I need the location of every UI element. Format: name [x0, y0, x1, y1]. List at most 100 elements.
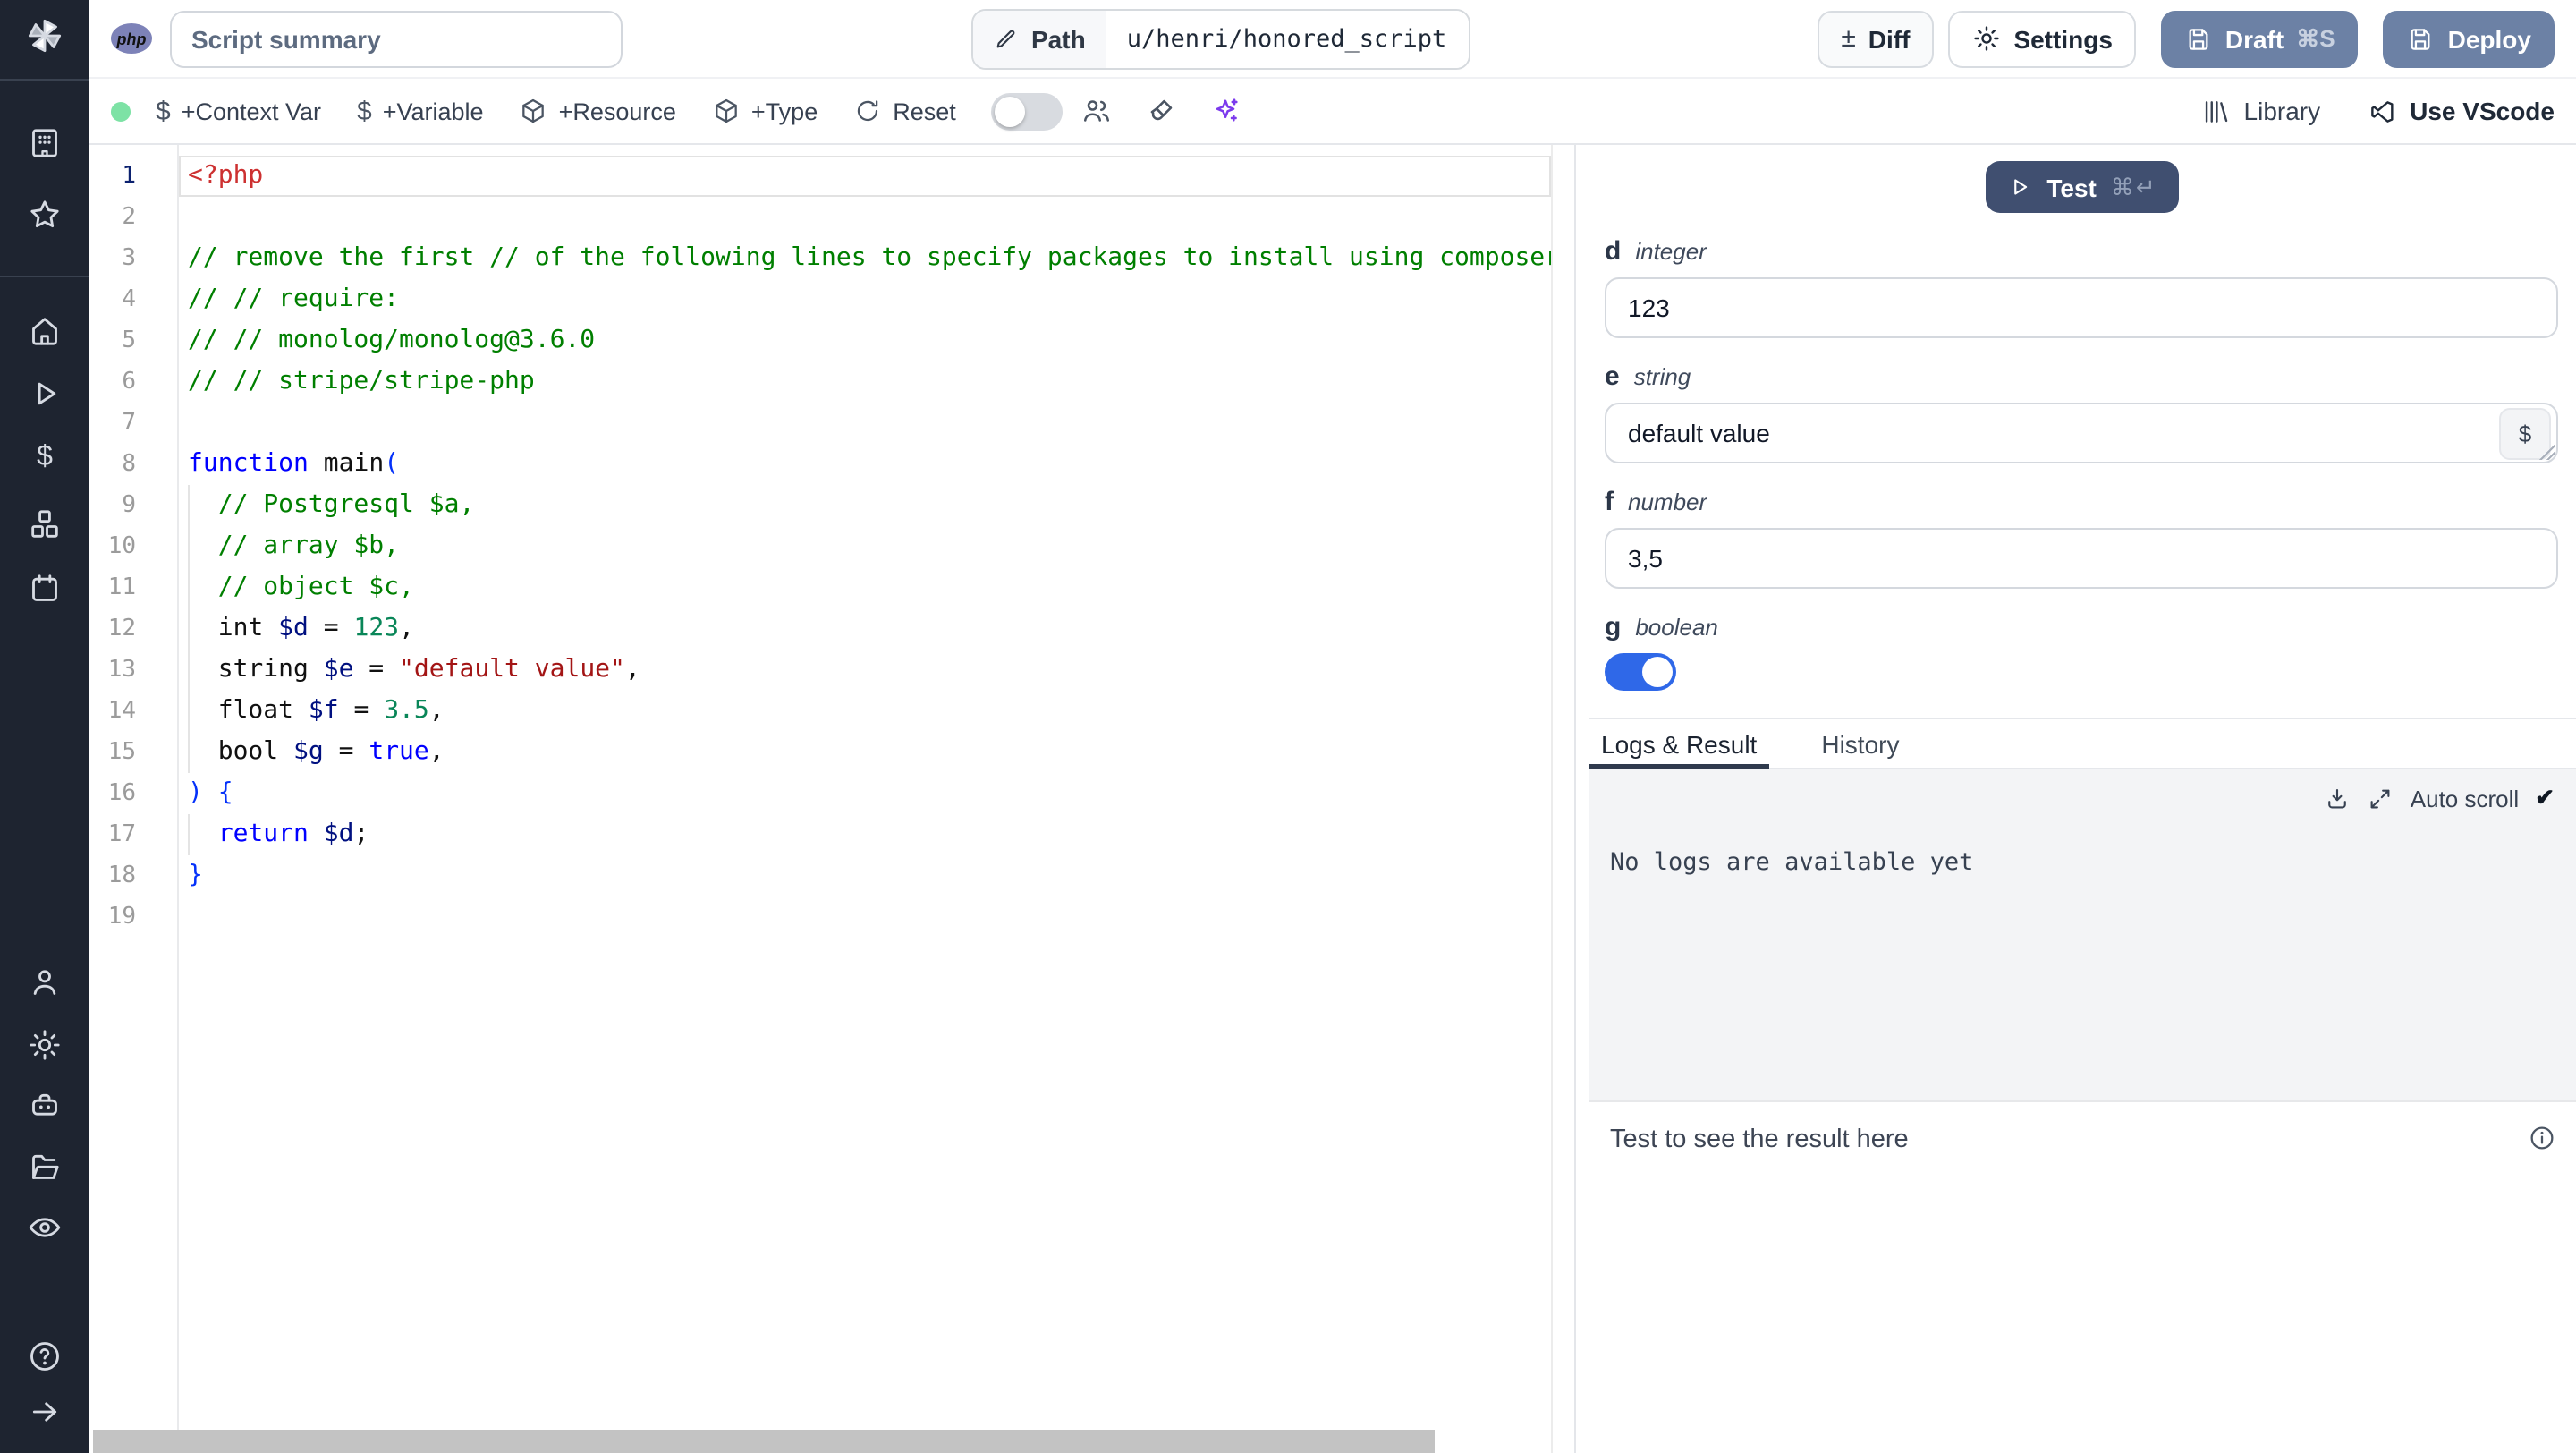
code-line: function main( [188, 449, 400, 478]
settings-gear-icon[interactable] [0, 1027, 89, 1063]
field-input-f[interactable] [1605, 528, 2558, 589]
field-label-d: d integer [1605, 236, 2558, 267]
info-icon[interactable] [2528, 1124, 2556, 1152]
use-vscode-button[interactable]: Use VScode [2367, 96, 2555, 126]
schedules-calendar-icon[interactable] [0, 571, 89, 607]
draft-button[interactable]: Draft ⌘S [2160, 10, 2359, 67]
code-line: } [188, 861, 203, 889]
field-type: boolean [1635, 614, 1718, 641]
add-context-var-button[interactable]: $ +Context Var [156, 96, 321, 126]
workers-toolbox-icon[interactable] [0, 1088, 89, 1124]
code-line: int $d = 123, [179, 608, 1551, 650]
package-icon [712, 97, 741, 125]
play-icon [2005, 174, 2032, 200]
test-shortcut: ⌘↵ [2110, 173, 2157, 200]
add-resource-button[interactable]: +Resource [520, 97, 676, 125]
runs-play-icon[interactable] [0, 376, 89, 412]
add-type-button[interactable]: +Type [712, 97, 818, 125]
boolean-toggle-g[interactable] [1605, 653, 1676, 691]
code-line: // object $c, [179, 567, 1551, 608]
top-bar: php Path u/henri/honored_script ± Diff [89, 0, 2576, 79]
line-number: 7 [122, 410, 136, 437]
assistant-toggle[interactable] [991, 92, 1063, 130]
tab-history[interactable]: History [1809, 719, 1911, 768]
code-editor[interactable]: 1 2 3 4 5 6 7 8 9 10 11 12 13 14 15 16 17 18 19 <?php// re… [89, 145, 1553, 1453]
sidebar: $ [0, 0, 89, 1453]
line-number: 8 [122, 451, 136, 478]
windmill-script-editor: $ php Script summary Path u/henri/honore… [0, 0, 2576, 1453]
result-placeholder: Test to see the result here [1610, 1126, 1909, 1154]
variables-dollar-icon[interactable]: $ [0, 442, 89, 474]
ai-sparkles-icon[interactable] [1210, 95, 1242, 127]
users-icon[interactable] [1081, 95, 1114, 127]
tab-logs-result[interactable]: Logs & Result [1589, 719, 1770, 769]
code-line: // array $b, [179, 526, 1551, 567]
library-icon [2201, 96, 2232, 126]
sidebar-divider [0, 276, 89, 277]
field-input-d[interactable] [1605, 277, 2558, 338]
line-number: 10 [107, 533, 136, 560]
toolbar-right: Library Use VScode [2201, 96, 2555, 126]
panel-inputs: Test ⌘↵ d integer e string [1576, 145, 2576, 691]
refresh-icon [853, 97, 882, 125]
field-label-f: f number [1605, 487, 2558, 517]
diff-label: Diff [1868, 24, 1911, 53]
path-button[interactable]: Path u/henri/honored_script [970, 8, 1470, 69]
auto-scroll-checkbox[interactable]: ✔ [2535, 784, 2555, 812]
path-label-section: Path [972, 10, 1106, 67]
field-name: f [1605, 487, 1614, 517]
php-language-badge-icon: php [111, 23, 152, 54]
windmill-logo-icon[interactable] [0, 18, 89, 54]
field-type: integer [1635, 238, 1707, 265]
field-type: string [1633, 363, 1691, 390]
field-name: e [1605, 361, 1620, 392]
field-name: g [1605, 612, 1622, 642]
line-number: 17 [107, 821, 136, 848]
code-line: ) { [188, 778, 233, 807]
horizontal-scrollbar-thumb[interactable] [93, 1430, 1435, 1453]
draft-label: Draft [2224, 24, 2284, 53]
auto-scroll-label: Auto scroll [2410, 785, 2520, 811]
download-icon[interactable] [2325, 785, 2351, 811]
expand-icon[interactable] [2368, 785, 2394, 811]
line-number: 9 [122, 492, 136, 519]
folders-icon[interactable] [0, 1149, 89, 1185]
code-line: string $e = "default value", [179, 650, 1551, 691]
field-type: number [1628, 489, 1707, 515]
main-area: php Path u/henri/honored_script ± Diff [89, 0, 2576, 1453]
workspace-building-icon[interactable] [0, 125, 89, 161]
test-button[interactable]: Test ⌘↵ [1985, 161, 2178, 213]
add-context-var-label: +Context Var [181, 98, 322, 124]
add-variable-button[interactable]: $ +Variable [357, 96, 484, 126]
resources-cubes-icon[interactable] [0, 506, 89, 542]
code-line: float $f = 3.5, [179, 691, 1551, 732]
field-input-e[interactable] [1605, 403, 2558, 463]
pencil-icon [992, 25, 1019, 52]
reset-label: Reset [893, 98, 956, 124]
favorites-star-icon[interactable] [0, 197, 89, 233]
user-icon[interactable] [0, 964, 89, 1000]
reset-button[interactable]: Reset [853, 97, 956, 125]
script-summary-input[interactable] [170, 10, 623, 67]
save-icon [2184, 24, 2213, 53]
dollar-icon: $ [156, 96, 171, 126]
path-value: u/henri/honored_script [1105, 10, 1469, 67]
gear-icon [1970, 23, 2001, 54]
format-brush-icon[interactable] [1146, 95, 1178, 127]
settings-button[interactable]: Settings [1947, 10, 2136, 67]
audit-eye-icon[interactable] [0, 1210, 89, 1245]
vscode-icon [2367, 96, 2397, 126]
code-line: // Postgresql $a, [179, 485, 1551, 526]
code-lines[interactable]: <?php // remove the first // of the follo… [179, 145, 1551, 1453]
code-line: <?php [179, 156, 1551, 197]
line-number: 2 [122, 204, 136, 231]
line-number: 1 [122, 163, 136, 190]
home-icon[interactable] [0, 313, 89, 349]
deploy-button[interactable]: Deploy [2383, 10, 2555, 67]
library-label: Library [2243, 97, 2321, 125]
collapse-arrow-icon[interactable] [0, 1394, 89, 1430]
help-icon[interactable] [0, 1338, 89, 1374]
library-button[interactable]: Library [2201, 96, 2321, 126]
diff-button[interactable]: ± Diff [1818, 10, 1934, 67]
resize-handle[interactable] [2538, 444, 2555, 460]
